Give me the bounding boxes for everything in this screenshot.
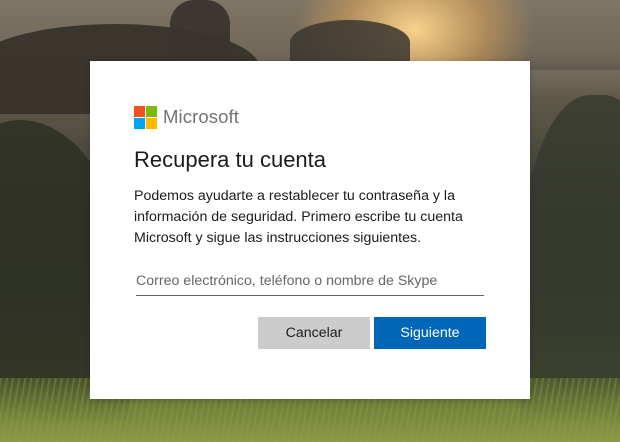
cancel-button[interactable]: Cancelar — [258, 317, 370, 349]
logo-tile-red — [134, 105, 145, 117]
instructions-text: Podemos ayudarte a restablecer tu contra… — [134, 188, 463, 246]
logo-tile-yellow — [146, 117, 157, 129]
mountain-ridge — [290, 20, 410, 65]
account-input[interactable] — [136, 267, 484, 296]
logo-tile-green — [146, 105, 157, 117]
next-button[interactable]: Siguiente — [374, 317, 486, 349]
account-recovery-card: Microsoft Recupera tu cuenta Podemos ayu… — [90, 61, 530, 399]
microsoft-logo-icon — [134, 105, 157, 129]
mountain-peak — [170, 0, 230, 60]
brand-name: Microsoft — [163, 106, 239, 127]
page-title: Recupera tu cuenta — [134, 147, 327, 172]
logo-tile-blue — [134, 117, 145, 129]
brand-header: Microsoft — [134, 105, 239, 129]
